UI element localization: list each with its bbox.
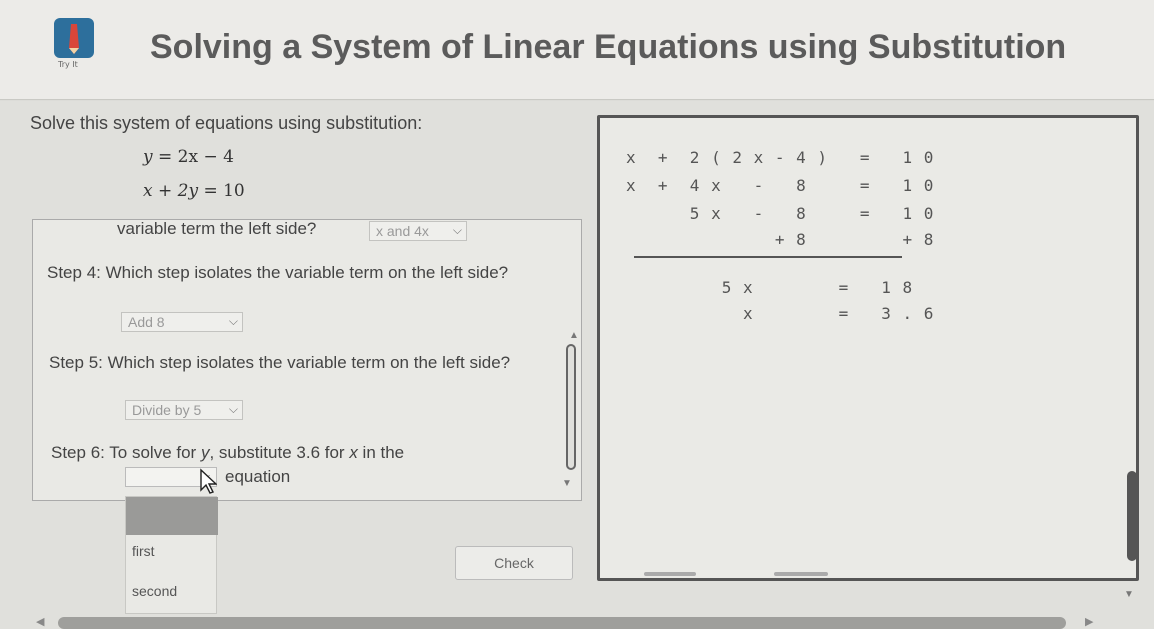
- work-row-3: 5 x - 8 = 1 0: [626, 204, 935, 223]
- panel-indicator: [774, 572, 828, 576]
- chevron-down-icon: ⌵: [228, 314, 238, 328]
- equation-2-lhs: x + 2y: [143, 181, 199, 201]
- page-title: Solving a System of Linear Equations usi…: [150, 28, 1067, 66]
- work-row-1: x + 2 ( 2 x - 4 ) = 1 0: [626, 148, 935, 167]
- work-row-4: + 8 + 8: [626, 230, 935, 249]
- work-row-2: x + 4 x - 8 = 1 0: [626, 176, 935, 195]
- page-scrollbar-thumb[interactable]: [1127, 471, 1137, 561]
- step6-mid: , substitute 3.6 for: [209, 443, 345, 462]
- steps-panel[interactable]: variable term the left side? x and 4x ⌵ …: [32, 219, 582, 501]
- scroll-left-icon[interactable]: ◀: [36, 615, 44, 628]
- check-button[interactable]: Check: [455, 546, 573, 580]
- step6-variable-x: x: [349, 443, 358, 462]
- step4-text: Step 4: Which step isolates the variable…: [47, 263, 509, 282]
- horizontal-scrollbar[interactable]: [58, 617, 1066, 629]
- step3-select[interactable]: x and 4x ⌵: [369, 221, 467, 241]
- step-partial-text: variable term the left side?: [117, 219, 317, 238]
- chevron-down-icon: ⌵: [452, 223, 462, 237]
- step6-text: Step 6: To solve for y, substitute 3.6 f…: [51, 442, 551, 464]
- mouse-cursor-icon: [200, 468, 217, 494]
- equation-1-rhs: = 2x − 4: [158, 147, 234, 167]
- step6-after: equation: [225, 467, 291, 486]
- dropdown-option-second[interactable]: second: [132, 583, 177, 599]
- equation-1-lhs: y: [143, 147, 153, 167]
- scroll-right-icon[interactable]: ▶: [1085, 615, 1093, 628]
- problem-prompt: Solve this system of equations using sub…: [30, 113, 423, 133]
- step6-dropdown-list[interactable]: first second: [125, 496, 218, 614]
- work-row-6: x = 3 . 6: [626, 304, 935, 323]
- step3-select-value: x and 4x: [376, 223, 429, 239]
- dropdown-option-first[interactable]: first: [132, 543, 155, 559]
- step5-select-value: Divide by 5: [132, 402, 202, 418]
- header: Try It Solving a System of Linear Equati…: [0, 0, 1154, 100]
- steps-scrollbar-thumb[interactable]: [566, 344, 576, 470]
- step5-select[interactable]: Divide by 5 ⌵: [125, 400, 243, 420]
- step4-select-value: Add 8: [128, 314, 165, 330]
- equation-2-rhs: = 10: [203, 181, 245, 201]
- work-panel: x + 2 ( 2 x - 4 ) = 1 0 x + 4 x - 8 = 1 …: [597, 115, 1139, 581]
- dropdown-highlight[interactable]: [126, 497, 218, 535]
- equation-1: y = 2x − 4: [143, 147, 234, 167]
- step6-suffix: in the: [357, 443, 405, 462]
- main-content: Solve this system of equations using sub…: [0, 101, 1154, 629]
- equation-2: x + 2y = 10: [143, 181, 245, 201]
- logo-caption: Try It: [58, 60, 78, 69]
- panel-indicator: [644, 572, 696, 576]
- work-row-5: 5 x = 1 8: [626, 278, 914, 297]
- work-divider-line: [634, 256, 902, 258]
- page-scroll-down-icon[interactable]: ▼: [1124, 589, 1134, 600]
- scroll-up-arrow-icon[interactable]: ▲: [569, 330, 579, 341]
- chevron-down-icon: ⌵: [228, 402, 238, 416]
- step4-select[interactable]: Add 8 ⌵: [121, 312, 243, 332]
- scroll-down-arrow-icon[interactable]: ▼: [562, 478, 572, 489]
- step6-prefix: Step 6: To solve for: [51, 443, 197, 462]
- step5-text: Step 5: Which step isolates the variable…: [49, 353, 511, 372]
